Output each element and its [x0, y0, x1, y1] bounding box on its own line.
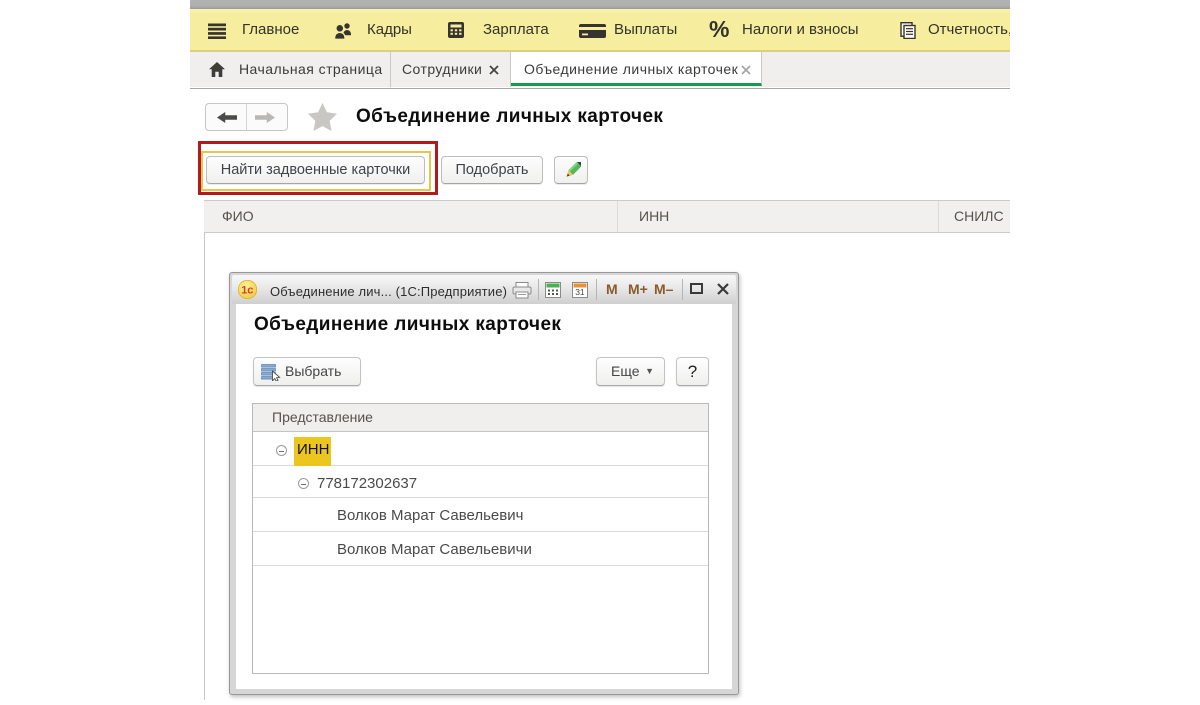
svg-text:1с: 1с — [241, 285, 253, 297]
svg-text:31: 31 — [575, 287, 585, 297]
